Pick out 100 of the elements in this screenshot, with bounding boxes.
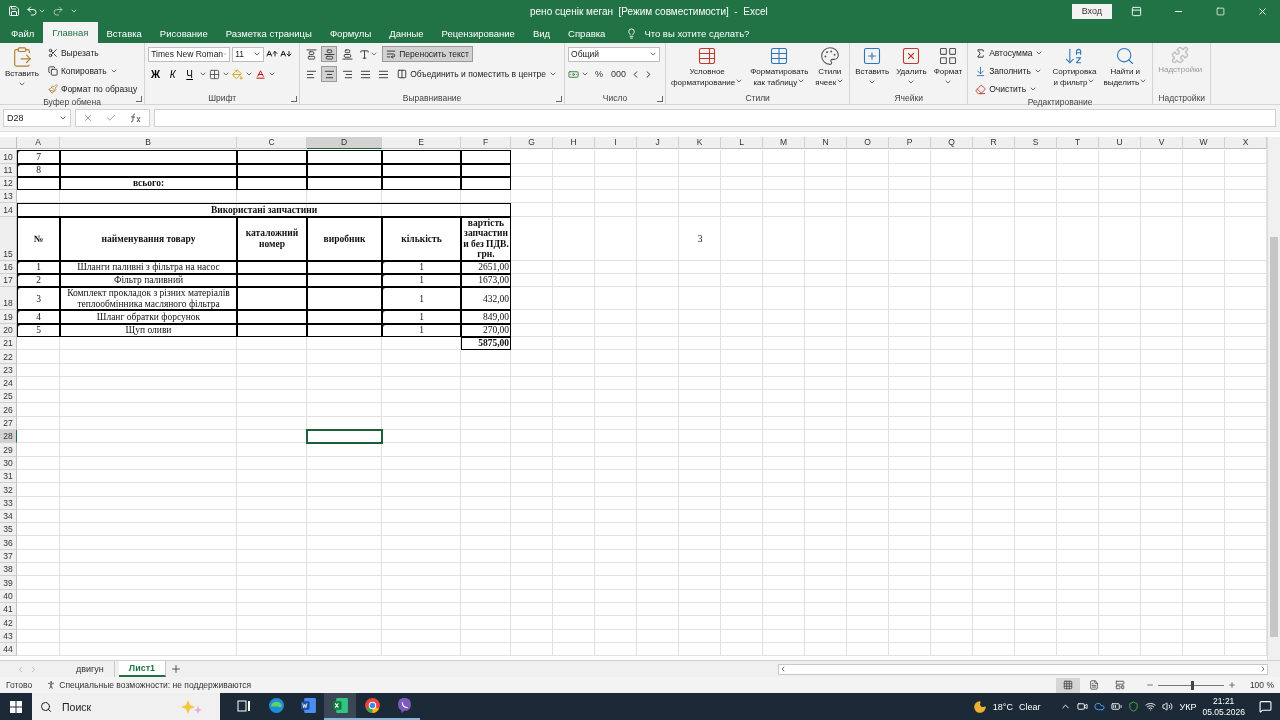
align-center-button[interactable] (321, 66, 338, 82)
column-header[interactable]: Q (931, 137, 973, 149)
cut-button[interactable]: Вырезать (43, 45, 142, 61)
dialog-launcher-icon[interactable] (556, 96, 563, 102)
font-color-icon[interactable] (255, 68, 267, 80)
volume-icon[interactable] (1162, 701, 1174, 712)
column-header[interactable]: P (889, 137, 931, 149)
vertical-scrollbar[interactable] (1267, 137, 1280, 660)
table-cell[interactable]: найменування товару (60, 216, 237, 261)
column-header[interactable]: D (307, 137, 382, 149)
column-header[interactable]: M (763, 137, 805, 149)
cells-button[interactable]: Вставить (853, 45, 892, 93)
column-header[interactable]: S (1015, 137, 1057, 149)
column-header[interactable]: R (973, 137, 1015, 149)
row-header[interactable]: 18 (0, 287, 17, 311)
row-header[interactable]: 39 (0, 576, 17, 590)
font-size-field[interactable]: 11 (232, 46, 265, 62)
cloud-icon[interactable] (1094, 701, 1106, 712)
sheet-tab[interactable]: Лист1 (118, 661, 167, 677)
table-cell[interactable]: Використані запчастини (17, 203, 511, 217)
table-cell[interactable]: 5 (17, 323, 60, 337)
accessibility-status[interactable]: Специальные возможности: не поддерживаются (59, 680, 252, 690)
column-header[interactable]: L (721, 137, 763, 149)
cells-button[interactable]: Формат (931, 45, 965, 93)
dialog-launcher-icon[interactable] (657, 96, 664, 102)
table-cell[interactable]: Щуп оливи (60, 323, 237, 337)
table-cell[interactable]: 7 (17, 150, 60, 164)
table-cell[interactable]: № (17, 216, 60, 261)
table-cell[interactable]: 1 (382, 323, 461, 337)
table-cell[interactable]: 1 (382, 310, 461, 324)
styles-button[interactable]: Стили ячеек (813, 45, 847, 93)
row-header[interactable]: 17 (0, 274, 17, 288)
scroll-right-icon[interactable] (1259, 665, 1267, 673)
font-style-button[interactable]: К (165, 66, 181, 82)
clock[interactable]: 21:21 05.05.2026 (1202, 695, 1245, 718)
borders-icon[interactable] (209, 68, 221, 80)
save-icon[interactable] (8, 5, 20, 17)
table-cell[interactable]: 1 (17, 260, 60, 275)
row-header[interactable]: 29 (0, 443, 17, 457)
table-cell[interactable]: 8 (17, 163, 60, 177)
row-header[interactable]: 26 (0, 403, 17, 417)
column-header[interactable]: V (1141, 137, 1183, 149)
table-cell[interactable]: 5875,00 (461, 336, 511, 351)
column-header[interactable]: W (1183, 137, 1225, 149)
number-style-button[interactable]: 000 (609, 66, 629, 82)
name-box[interactable]: D28 (3, 109, 71, 127)
function-icon[interactable] (130, 113, 143, 123)
table-cell[interactable]: 1 (382, 287, 461, 311)
font-name-field[interactable]: Times New Roman (148, 46, 231, 62)
table-cell[interactable]: Фільтр паливний (60, 274, 237, 288)
font-style-button[interactable]: Ж (148, 66, 164, 82)
row-header[interactable]: 42 (0, 616, 17, 630)
ribbon-tab[interactable]: Вид (523, 24, 560, 43)
wrap-text-button[interactable]: Переносить текст (382, 46, 474, 62)
ribbon-tab[interactable]: Разметка страницы (216, 24, 321, 43)
cancel-icon[interactable] (82, 113, 93, 123)
row-header[interactable]: 36 (0, 536, 17, 550)
row-header[interactable]: 38 (0, 563, 17, 577)
editing-button[interactable]: Сортировка и фильтр (1050, 45, 1099, 97)
table-cell[interactable]: Шланг обратки форсунок (60, 310, 237, 324)
wifi-icon[interactable] (1145, 701, 1157, 712)
taskbar-search-bar[interactable]: Поиск (32, 693, 220, 720)
ribbon-tab[interactable]: Вставка (97, 24, 151, 43)
format-painter-button[interactable]: Формат по образцу (43, 81, 142, 97)
dialog-launcher-icon[interactable] (136, 96, 143, 102)
number-format-field[interactable]: Общий (568, 46, 661, 62)
ribbon-tab[interactable]: Главная (43, 22, 98, 43)
editing-button[interactable]: Автосумма (971, 45, 1048, 61)
column-header[interactable]: C (237, 137, 307, 149)
editing-button[interactable]: Найти и выделить (1101, 45, 1150, 97)
table-cell[interactable]: 1 (382, 274, 461, 288)
undo-icon[interactable] (26, 5, 38, 17)
column-header[interactable]: E (382, 137, 461, 149)
cells-button[interactable]: Удалить (894, 45, 929, 93)
notifications-icon[interactable] (1259, 700, 1272, 713)
table-cell[interactable]: Комплект прокладок з різних матеріалів теплообмінника масляного фільтра (60, 287, 237, 311)
formula-field[interactable] (154, 109, 1276, 127)
table-cell[interactable]: каталожний номер (237, 216, 307, 261)
merge-center-button[interactable]: Объединить и поместить в центре (393, 66, 562, 82)
row-header[interactable]: 35 (0, 523, 17, 537)
table-cell[interactable]: 270,00 (461, 323, 511, 337)
row-header[interactable]: 13 (0, 190, 17, 204)
font-style-button[interactable]: Ч (182, 66, 198, 82)
align-top-button[interactable] (303, 46, 320, 62)
ribbon-tab[interactable]: Рисование (150, 24, 217, 43)
table-cell[interactable]: кількість (382, 216, 461, 261)
table-cell[interactable]: 2 (17, 274, 60, 288)
sign-in-button[interactable]: Вход (1071, 3, 1112, 19)
row-header[interactable]: 25 (0, 390, 17, 404)
ribbon-tab[interactable]: Рецензирование (432, 24, 524, 43)
redo-icon[interactable] (52, 5, 64, 17)
cell-cursor[interactable] (307, 430, 382, 444)
table-cell[interactable]: 432,00 (461, 287, 511, 311)
video-icon[interactable] (1077, 701, 1089, 712)
table-cell[interactable]: 3 (17, 287, 60, 311)
currency-icon[interactable] (568, 68, 580, 80)
horizontal-scrollbar[interactable] (778, 663, 1268, 675)
column-header[interactable]: A (17, 137, 60, 149)
zoom-in-icon[interactable] (1227, 681, 1236, 689)
paste-button[interactable]: Вставить (3, 45, 41, 97)
